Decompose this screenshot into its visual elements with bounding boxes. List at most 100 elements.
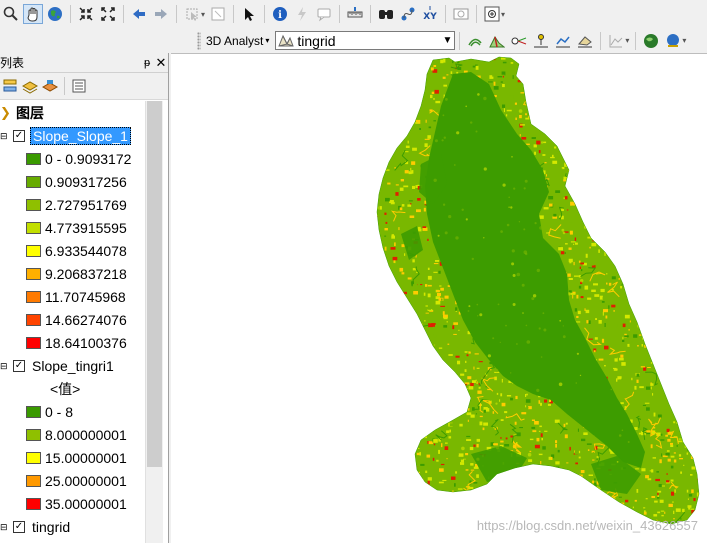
- layers-group[interactable]: ❯ 图层: [0, 103, 44, 123]
- measure-icon[interactable]: [345, 4, 365, 24]
- legend-class-item: 11.70745968: [0, 287, 126, 307]
- tools-toolbar: ▾ i XY ▾: [0, 0, 707, 28]
- layer-name[interactable]: Slope_Slope_1: [30, 127, 131, 145]
- legend-class-item: 25.00000001: [0, 471, 127, 491]
- legend-class-item: 0 - 8: [0, 402, 73, 422]
- legend-label: 2.727951769: [45, 197, 127, 213]
- legend-label: 18.64100376: [45, 335, 127, 351]
- layer-visibility-checkbox[interactable]: ✓: [13, 360, 25, 372]
- scrollbar-thumb[interactable]: [147, 101, 162, 467]
- toc-titlebar: 列表 ᵽ ✕: [0, 53, 168, 73]
- layer-name[interactable]: Slope_tingri1: [30, 358, 116, 374]
- options-icon[interactable]: [70, 77, 88, 95]
- steepest-path-icon[interactable]: [487, 31, 507, 51]
- legend-label: 8.000000001: [45, 427, 127, 443]
- toc-scrollbar[interactable]: [145, 101, 163, 543]
- go-to-xy-icon[interactable]: XY: [420, 4, 440, 24]
- legend-swatch[interactable]: [26, 268, 41, 280]
- legend-swatch[interactable]: [26, 245, 41, 257]
- line-of-sight-icon[interactable]: [509, 31, 529, 51]
- legend-swatch[interactable]: [26, 452, 41, 464]
- list-by-visibility-icon[interactable]: [41, 77, 59, 95]
- legend-class-item: 35.00000001: [0, 494, 127, 514]
- toolbar-overflow-icon[interactable]: ▾: [501, 10, 505, 19]
- legend-swatch[interactable]: [26, 291, 41, 303]
- watermark-text: https://blog.csdn.net/weixin_43626557: [476, 518, 698, 533]
- value-field-label: <值>: [50, 381, 81, 397]
- toolbar2-overflow-icon[interactable]: ▾: [682, 36, 686, 45]
- legend-swatch[interactable]: [26, 406, 41, 418]
- 3d-analyst-toolbar: 3D Analyst ▾ tingrid ▼ ▾ ▾: [0, 28, 707, 53]
- list-by-source-icon[interactable]: [21, 77, 39, 95]
- dropdown-arrow-icon[interactable]: ▼: [440, 35, 454, 46]
- list-by-drawing-order-icon[interactable]: [1, 77, 19, 95]
- toolbar-grip[interactable]: [197, 31, 201, 50]
- pan-icon[interactable]: [23, 4, 43, 24]
- layers-group-icon: ❯: [0, 105, 11, 120]
- legend-class-item: 4.773915595: [0, 218, 127, 238]
- interpolate-line-icon[interactable]: [553, 31, 573, 51]
- select-elements-icon[interactable]: [239, 4, 259, 24]
- layer-item[interactable]: ⊟ ✓ Slope_Slope_1: [0, 126, 131, 146]
- layer-list: ❯ 图层 ⊟ ✓ Slope_Slope_1 0 - 0.9093172 0.9093172…: [0, 101, 145, 543]
- legend-swatch[interactable]: [26, 199, 41, 211]
- map-view[interactable]: https://blog.csdn.net/weixin_43626557: [171, 53, 707, 543]
- legend-class-item: 9.206837218: [0, 264, 127, 284]
- create-viewer-icon[interactable]: [482, 4, 502, 24]
- arcscene-icon[interactable]: [663, 31, 683, 51]
- back-icon[interactable]: [129, 4, 149, 24]
- legend-swatch[interactable]: [26, 475, 41, 487]
- layer-item[interactable]: ⊟ ✓ Slope_tingri1: [0, 356, 116, 376]
- legend-class-item: 18.64100376: [0, 333, 127, 353]
- legend-class-item: 0.909317256: [0, 172, 127, 192]
- legend-class-item: 2.727951769: [0, 195, 127, 215]
- layer-item[interactable]: ⊟ ✓ tingrid: [0, 517, 72, 537]
- expand-collapse-icon[interactable]: ⊟: [0, 131, 9, 141]
- legend-label: 14.66274076: [45, 312, 127, 328]
- legend-swatch[interactable]: [26, 222, 41, 234]
- find-route-icon[interactable]: [398, 4, 418, 24]
- layer-dropdown[interactable]: tingrid ▼: [275, 31, 456, 50]
- legend-heading: <值>: [0, 379, 80, 399]
- legend-label: 25.00000001: [45, 473, 127, 489]
- select-dropdown-icon: ▾: [201, 9, 206, 19]
- chevron-down-icon: ▾: [265, 36, 270, 45]
- legend-swatch[interactable]: [26, 153, 41, 165]
- pin-icon[interactable]: ᵽ: [140, 57, 154, 69]
- legend-swatch[interactable]: [26, 337, 41, 349]
- 3d-analyst-menu[interactable]: 3D Analyst ▾: [206, 34, 269, 48]
- legend-label: 0 - 8: [45, 404, 74, 420]
- fixed-zoom-out-icon[interactable]: [98, 4, 118, 24]
- 3d-analyst-label: 3D Analyst: [206, 33, 264, 48]
- identify-icon[interactable]: i: [270, 4, 290, 24]
- layer-visibility-checkbox[interactable]: ✓: [13, 521, 25, 533]
- forward-icon: [151, 4, 171, 24]
- slope-map-canvas[interactable]: [171, 54, 707, 543]
- zoom-in-icon[interactable]: [1, 4, 21, 24]
- close-icon[interactable]: ✕: [154, 55, 168, 71]
- clear-selection-icon: [208, 4, 228, 24]
- legend-label: 6.933544078: [45, 243, 127, 259]
- expand-collapse-icon[interactable]: ⊟: [0, 522, 9, 532]
- layer-dropdown-value: tingrid: [297, 32, 336, 49]
- toc-title: 列表: [0, 56, 25, 70]
- interpolate-point-icon[interactable]: [531, 31, 551, 51]
- profile-dropdown-icon: ▾: [625, 36, 630, 45]
- layer-visibility-checkbox[interactable]: ✓: [13, 130, 25, 142]
- fixed-zoom-in-icon[interactable]: [76, 4, 96, 24]
- time-slider-icon: [451, 4, 471, 24]
- layer-name[interactable]: tingrid: [30, 519, 72, 535]
- legend-class-item: 15.00000001: [0, 448, 127, 468]
- globe-icon[interactable]: [45, 4, 65, 24]
- interpolate-polygon-icon[interactable]: [575, 31, 595, 51]
- arcglobe-icon[interactable]: [641, 31, 661, 51]
- expand-collapse-icon[interactable]: ⊟: [0, 361, 9, 371]
- contour-icon[interactable]: [465, 31, 485, 51]
- legend-swatch[interactable]: [26, 429, 41, 441]
- legend-swatch[interactable]: [26, 314, 41, 326]
- legend-swatch[interactable]: [26, 176, 41, 188]
- find-icon[interactable]: [376, 4, 396, 24]
- legend-class-item: 8.000000001: [0, 425, 127, 445]
- legend-swatch[interactable]: [26, 498, 41, 510]
- legend-label: 9.206837218: [45, 266, 127, 282]
